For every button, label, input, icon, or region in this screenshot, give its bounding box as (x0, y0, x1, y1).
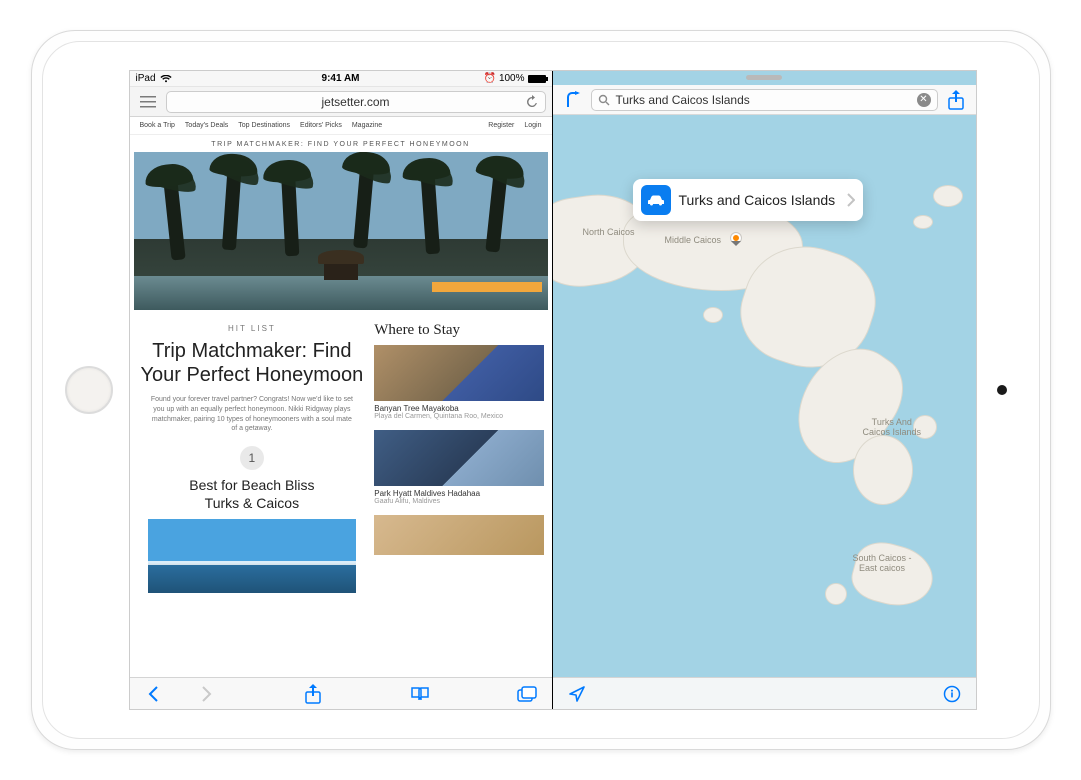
clock: 9:41 AM (322, 73, 360, 84)
hero-image (134, 152, 548, 310)
map-callout[interactable]: Turks and Caicos Islands (633, 179, 864, 221)
stay-card-image (374, 515, 543, 555)
subhead: Best for Beach Bliss Turks & Caicos (140, 476, 365, 512)
maps-bottombar (553, 677, 976, 709)
home-button[interactable] (65, 366, 113, 414)
banner-title: TRIP MATCHMAKER: FIND YOUR PERFECT HONEY… (130, 135, 552, 152)
back-icon[interactable] (142, 682, 166, 706)
map-canvas[interactable]: North Caicos Middle Caicos Turks And Cai… (553, 115, 976, 709)
side-heading: Where to Stay (374, 322, 543, 339)
clear-icon[interactable]: ✕ (917, 93, 931, 107)
split-handle[interactable] (746, 75, 782, 80)
stay-card-title: Park Hyatt Maldives Hadahaa (374, 489, 543, 498)
article-side: Where to Stay Banyan Tree Mayakoba Playa… (374, 310, 551, 677)
locate-icon[interactable] (565, 682, 589, 706)
wifi-icon (160, 75, 172, 83)
dek: Found your forever travel partner? Congr… (140, 395, 365, 442)
share-icon[interactable] (944, 88, 968, 112)
stay-card-sub: Playa del Carmen, Quintana Roo, Mexico (374, 413, 543, 420)
headline: Trip Matchmaker: Find Your Perfect Honey… (140, 339, 365, 387)
forward-icon (194, 682, 218, 706)
carrier-label: iPad (136, 73, 156, 84)
status-bar: iPad 9:41 AM ⏰ 100% (130, 71, 552, 87)
front-camera (997, 385, 1007, 395)
safari-tabbar (130, 677, 552, 709)
car-icon (641, 185, 671, 215)
webpage: Book a Trip Today's Deals Top Destinatio… (130, 117, 552, 677)
stay-card-image (374, 345, 543, 401)
callout-title: Turks and Caicos Islands (679, 192, 836, 208)
map-label: Turks And Caicos Islands (863, 417, 922, 437)
map-label: South Caicos - East caicos (853, 553, 912, 573)
stay-card-title: Banyan Tree Mayakoba (374, 404, 543, 413)
nav-login[interactable]: Login (524, 122, 541, 129)
map-pin[interactable] (731, 233, 741, 243)
section-image (148, 519, 357, 593)
share-icon[interactable] (301, 682, 325, 706)
address-bar[interactable]: jetsetter.com (166, 91, 546, 113)
safari-pane: iPad 9:41 AM ⏰ 100% (130, 71, 553, 709)
step-number: 1 (240, 446, 264, 470)
nav-register[interactable]: Register (488, 122, 514, 129)
battery-icon (528, 75, 546, 83)
alarm-icon: ⏰ (483, 73, 495, 84)
address-host: jetsetter.com (321, 95, 389, 109)
reload-icon[interactable] (525, 95, 539, 109)
maps-toolbar: Turks and Caicos Islands ✕ (553, 85, 976, 115)
tabs-icon[interactable] (515, 682, 539, 706)
screen: iPad 9:41 AM ⏰ 100% (129, 70, 977, 710)
map-label: North Caicos (583, 227, 635, 237)
directions-icon[interactable] (561, 88, 585, 112)
maps-search-value: Turks and Caicos Islands (616, 93, 750, 107)
stay-card[interactable]: Park Hyatt Maldives Hadahaa Gaafu Alifu,… (374, 430, 543, 505)
search-icon (598, 94, 610, 106)
info-icon[interactable] (940, 682, 964, 706)
nav-picks[interactable]: Editors' Picks (300, 122, 342, 129)
bookmarks-icon[interactable] (408, 682, 432, 706)
site-nav: Book a Trip Today's Deals Top Destinatio… (130, 117, 552, 135)
stay-card-sub: Gaafu Alifu, Maldives (374, 498, 543, 505)
maps-pane: Turks and Caicos Islands ✕ (553, 71, 976, 709)
nav-dest[interactable]: Top Destinations (238, 122, 290, 129)
battery-text: 100% (499, 73, 525, 84)
nav-book[interactable]: Book a Trip (140, 122, 175, 129)
ipad-frame: iPad 9:41 AM ⏰ 100% (31, 30, 1051, 750)
kicker: HIT LIST (140, 324, 365, 333)
nav-mag[interactable]: Magazine (352, 122, 382, 129)
ipad-inner-frame: iPad 9:41 AM ⏰ 100% (42, 41, 1040, 739)
stay-card-image (374, 430, 543, 486)
safari-toolbar: jetsetter.com (130, 87, 552, 117)
map-label: Middle Caicos (665, 235, 722, 245)
stay-card[interactable]: Banyan Tree Mayakoba Playa del Carmen, Q… (374, 345, 543, 420)
sidebar-icon[interactable] (136, 90, 160, 114)
article-main: HIT LIST Trip Matchmaker: Find Your Perf… (130, 310, 375, 677)
maps-search-field[interactable]: Turks and Caicos Islands ✕ (591, 89, 938, 111)
nav-deals[interactable]: Today's Deals (185, 122, 228, 129)
stay-card[interactable] (374, 515, 543, 555)
chevron-right-icon (843, 193, 855, 207)
